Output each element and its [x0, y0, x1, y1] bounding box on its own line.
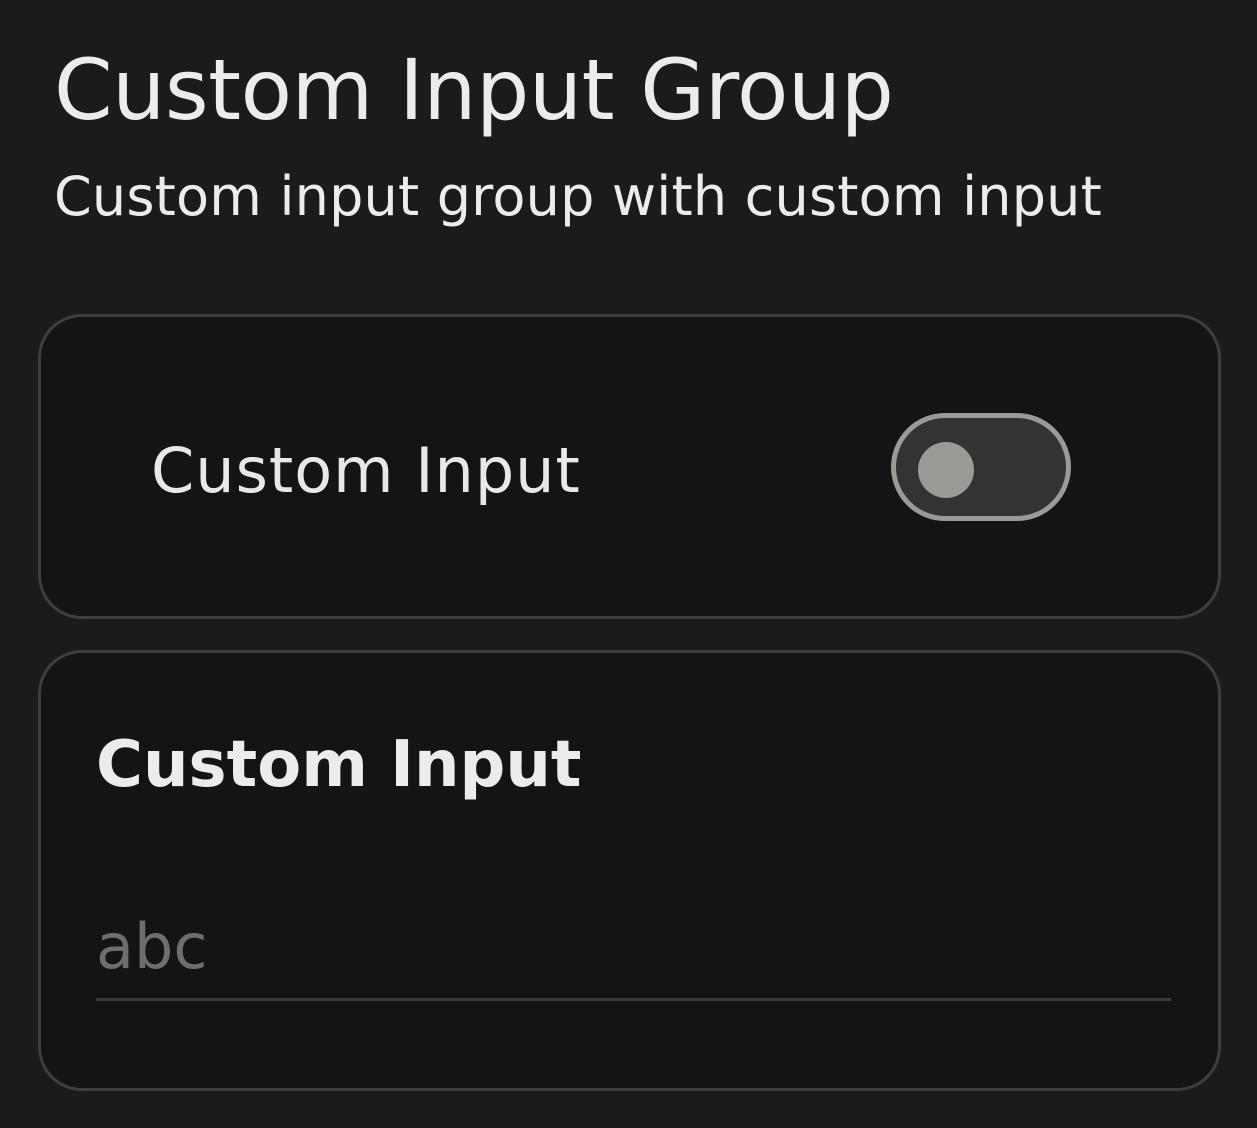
text-input-label: Custom Input [96, 728, 582, 802]
page-title: Custom Input Group [54, 41, 894, 139]
custom-input-switch[interactable] [891, 413, 1071, 521]
switch-thumb [918, 442, 974, 498]
page: Custom Input Group Custom input group wi… [0, 0, 1257, 1128]
custom-text-input[interactable] [96, 909, 1171, 1001]
text-input-card: Custom Input [38, 650, 1221, 1091]
page-subtitle: Custom input group with custom input [54, 165, 1102, 228]
toggle-label: Custom Input [151, 434, 581, 507]
toggle-card: Custom Input [38, 314, 1221, 619]
